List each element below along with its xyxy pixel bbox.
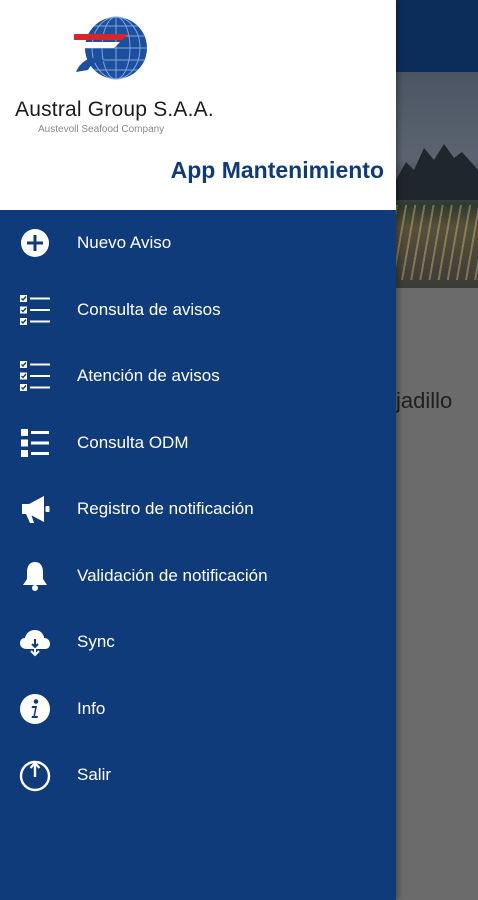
menu-item-atencion-avisos[interactable]: Atención de avisos: [0, 343, 396, 410]
navigation-drawer: Austral Group S.A.A. Austevoll Seafood C…: [0, 0, 396, 900]
company-tagline: Austevoll Seafood Company: [38, 124, 165, 135]
menu-item-salir[interactable]: Salir: [0, 742, 396, 809]
mountain-silhouette: [396, 144, 478, 200]
power-icon: [18, 758, 52, 792]
menu-label: Atención de avisos: [77, 366, 220, 386]
menu-item-consulta-odm[interactable]: Consulta ODM: [0, 410, 396, 477]
megaphone-icon: [18, 492, 52, 526]
cloud-download-icon: [18, 625, 52, 659]
menu-label: Consulta ODM: [77, 432, 189, 452]
list-icon: [18, 426, 52, 460]
bell-icon: [18, 559, 52, 593]
menu-label: Validación de notificación: [77, 565, 268, 585]
city-lights: [396, 205, 478, 280]
app-title: App Mantenimiento: [170, 157, 384, 183]
drawer-header: Austral Group S.A.A. Austevoll Seafood C…: [0, 0, 396, 210]
menu-item-nuevo-aviso[interactable]: Nuevo Aviso: [0, 210, 396, 277]
menu-label: Info: [77, 698, 106, 718]
menu-label: Sync: [77, 632, 115, 652]
menu-item-sync[interactable]: Sync: [0, 609, 396, 676]
menu-item-registro-notificacion[interactable]: Registro de notificación: [0, 476, 396, 543]
info-icon: [18, 692, 52, 726]
drawer-menu: Nuevo Aviso Consulta de avisos Atención …: [0, 210, 396, 809]
checklist-icon: [18, 293, 52, 327]
menu-label: Consulta de avisos: [77, 299, 221, 319]
menu-item-validacion-notificacion[interactable]: Validación de notificación: [0, 543, 396, 610]
menu-item-info[interactable]: Info: [0, 676, 396, 743]
company-name: Austral Group S.A.A.: [15, 98, 214, 121]
austral-logo: [74, 16, 147, 80]
menu-item-consulta-avisos[interactable]: Consulta de avisos: [0, 277, 396, 344]
menu-label: Salir: [77, 765, 112, 785]
menu-label: Registro de notificación: [77, 499, 254, 519]
checklist-icon: [18, 359, 52, 393]
plus-circle-icon: [18, 226, 52, 260]
background-panel: [396, 288, 478, 900]
menu-label: Nuevo Aviso: [77, 233, 172, 253]
background-title: jadillo: [396, 388, 453, 413]
